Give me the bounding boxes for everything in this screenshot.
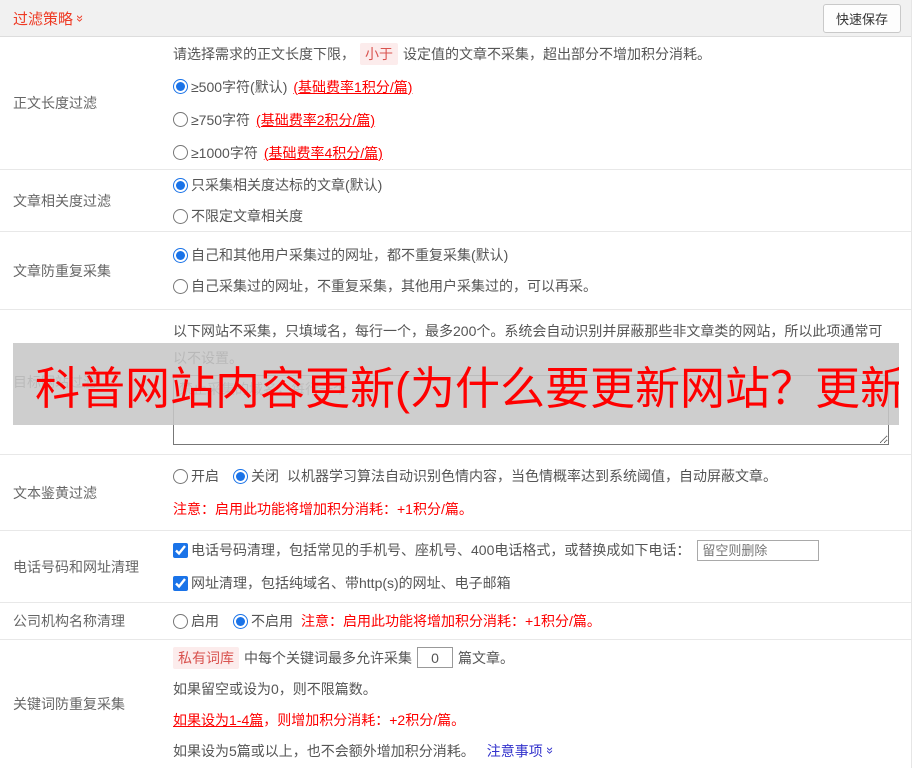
replacement-phone-input[interactable] [697, 539, 820, 561]
row-label: 目标网站过滤 [13, 374, 97, 390]
blocked-domains-textarea[interactable] [173, 375, 889, 445]
row-label: 正文长度过滤 [13, 95, 97, 111]
row-dedup-collection: 文章防重复采集 自己和其他用户采集过的网址，都不重复采集(默认) 自己采集过的网… [0, 232, 911, 310]
row-target-site-filter: 目标网站过滤 以下网站不采集，只填域名，每行一个，最多200个。系统会自动识别并… [0, 310, 911, 455]
radio-option-company-enable[interactable]: 启用 [173, 611, 219, 631]
radio-option-500-chars[interactable]: ≥500字符(默认) (基础费率1积分/篇) [173, 77, 412, 97]
porn-filter-description: 以机器学习算法自动识别色情内容，当色情概率达到系统阈值，自动屏蔽文章。 [287, 468, 777, 484]
checkbox-phone-cleanup[interactable]: 电话号码清理，包括常见的手机号、座机号、400电话格式，或替换成如下电话： [173, 540, 690, 560]
filter-strategy-page: 过滤策略 » 快速保存 正文长度过滤 请选择需求的正文长度下限， 小于 设定值的… [0, 0, 912, 768]
radio-option-porn-on[interactable]: 开启 [173, 466, 219, 486]
radio-dedup-all-input[interactable] [173, 247, 188, 263]
radio-option-750-chars[interactable]: ≥750字符 (基础费率2积分/篇) [173, 110, 375, 130]
radio-option-1000-chars[interactable]: ≥1000字符 (基础费率4积分/篇) [173, 143, 383, 163]
row-label: 关键词防重复采集 [13, 696, 125, 712]
row-company-name-cleanup: 公司机构名称清理 启用 不启用 注意：启用此功能将增加积分消耗：+1积分/篇。 [0, 603, 911, 640]
body-length-description: 请选择需求的正文长度下限， 小于 设定值的文章不采集，超出部分不增加积分消耗。 [173, 37, 902, 70]
private-lexicon-tag[interactable]: 私有词库 [173, 646, 239, 669]
target-site-description: 以下网站不采集，只填域名，每行一个，最多200个。系统会自动识别并屏蔽那些非文章… [173, 323, 883, 366]
radio-relevance-any-input[interactable] [173, 208, 188, 224]
row-label: 文章防重复采集 [13, 262, 111, 279]
radio-company-disable-input[interactable] [233, 613, 248, 629]
row-relevance-filter: 文章相关度过滤 只采集相关度达标的文章(默认) 不限定文章相关度 [0, 170, 911, 232]
radio-company-enable-input[interactable] [173, 613, 188, 629]
row-porn-filter: 文本鉴黄过滤 开启 关闭 以机器学习算法自动识别色情内容，当色情概率达到系统阈值… [0, 455, 911, 531]
row-body-length-filter: 正文长度过滤 请选择需求的正文长度下限， 小于 设定值的文章不采集，超出部分不增… [0, 37, 911, 170]
radio-option-relevance-only[interactable]: 只采集相关度达标的文章(默认) [173, 175, 382, 195]
row-phone-url-cleanup: 电话号码和网址清理 电话号码清理，包括常见的手机号、座机号、400电话格式，或替… [0, 531, 911, 603]
radio-1000-input[interactable] [173, 145, 188, 160]
max-articles-count-input[interactable] [417, 647, 453, 668]
row-label: 文本鉴黄过滤 [13, 484, 97, 501]
row-label: 公司机构名称清理 [13, 613, 125, 629]
radio-option-company-disable[interactable]: 不启用 [233, 611, 293, 631]
url-cleanup-checkbox[interactable] [173, 575, 188, 591]
radio-500-input[interactable] [173, 79, 188, 94]
radio-porn-off-input[interactable] [233, 468, 248, 484]
radio-dedup-self-input[interactable] [173, 278, 188, 294]
radio-option-dedup-all-users[interactable]: 自己和其他用户采集过的网址，都不重复采集(默认) [173, 245, 508, 265]
radio-option-relevance-any[interactable]: 不限定文章相关度 [173, 206, 303, 226]
keyword-dedup-note-zero: 如果留空或设为0，则不限篇数。 [173, 680, 377, 697]
chevron-down-icon: » [73, 14, 89, 22]
keyword-dedup-note-1-4: 如果设为1-4篇 [173, 711, 264, 728]
radio-option-porn-off[interactable]: 关闭 [233, 466, 279, 486]
cost-note: (基础费率2积分/篇) [256, 111, 376, 128]
cost-note: (基础费率4积分/篇) [263, 144, 383, 161]
radio-option-dedup-self-only[interactable]: 自己采集过的网址，不重复采集，其他用户采集过的，可以再采。 [173, 276, 597, 296]
quick-save-button[interactable]: 快速保存 [822, 3, 901, 33]
chevron-down-icon: » [542, 746, 558, 755]
page-title-text: 过滤策略 [13, 10, 74, 28]
phone-cleanup-checkbox[interactable] [173, 542, 188, 558]
row-label: 电话号码和网址清理 [13, 558, 139, 575]
keyword-dedup-note-5plus: 如果设为5篇或以上，也不会额外增加积分消耗。 [173, 742, 475, 759]
porn-filter-cost-note: 注意：启用此功能将增加积分消耗：+1积分/篇。 [173, 501, 473, 517]
top-bar: 过滤策略 » 快速保存 [0, 0, 911, 37]
radio-750-input[interactable] [173, 112, 188, 127]
checkbox-url-cleanup[interactable]: 网址清理，包括纯域名、带http(s)的网址、电子邮箱 [173, 573, 511, 593]
page-title[interactable]: 过滤策略 » [13, 8, 89, 29]
notes-link[interactable]: 注意事项 » [487, 741, 558, 761]
row-keyword-dedup: 关键词防重复采集 私有词库 中每个关键词最多允许采集 篇文章。 如果留空或设为0… [0, 640, 911, 768]
less-than-tag: 小于 [360, 42, 398, 65]
row-label: 文章相关度过滤 [13, 192, 111, 209]
cost-note: (基础费率1积分/篇) [293, 78, 413, 95]
company-cleanup-cost-note: 注意：启用此功能将增加积分消耗：+1积分/篇。 [301, 613, 601, 629]
radio-relevance-only-input[interactable] [173, 177, 188, 193]
radio-porn-on-input[interactable] [173, 468, 188, 484]
